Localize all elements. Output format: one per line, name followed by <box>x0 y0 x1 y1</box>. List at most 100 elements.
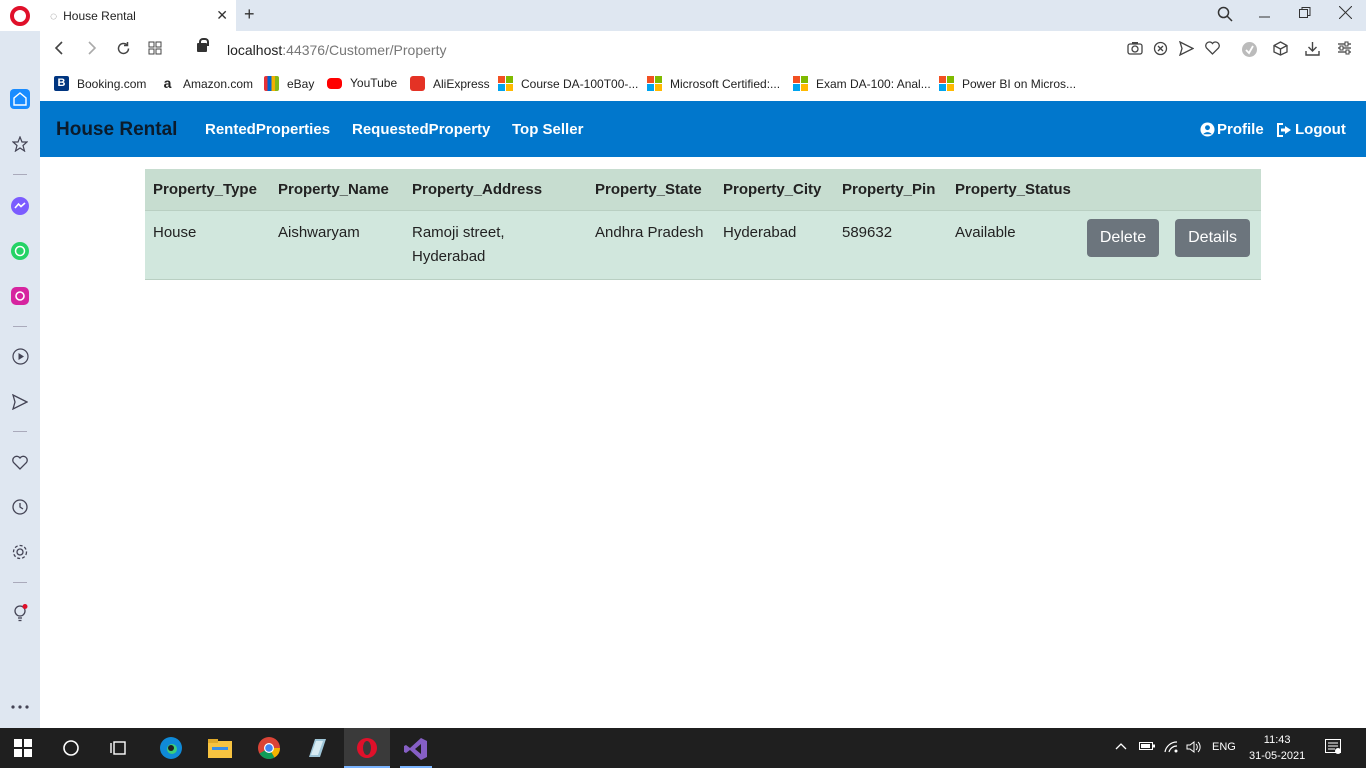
bookmarks-bar: B Booking.com a Amazon.com eBay YouTube … <box>40 69 1366 100</box>
adblock-icon[interactable] <box>1153 41 1168 59</box>
loading-icon: ◌ <box>50 8 58 23</box>
profile-label: Profile <box>1217 121 1264 138</box>
logout-label: Logout <box>1295 121 1346 138</box>
restore-icon[interactable] <box>1299 6 1311 22</box>
heart-icon[interactable] <box>1205 41 1220 58</box>
download-icon[interactable] <box>1305 41 1320 59</box>
col-property-pin: Property_Pin <box>834 169 947 211</box>
cell-city: Hyderabad <box>715 210 834 280</box>
snapshot-icon[interactable] <box>1127 41 1143 58</box>
bookmark-label: YouTube <box>350 76 398 90</box>
extensions-icon[interactable] <box>1273 41 1288 59</box>
windows-start-icon[interactable] <box>14 739 36 761</box>
wifi-icon[interactable] <box>1164 741 1180 756</box>
send-icon[interactable] <box>1178 40 1195 59</box>
easy-setup-icon[interactable] <box>1337 41 1352 58</box>
lightbulb-icon[interactable] <box>10 603 30 623</box>
opera-icon <box>357 738 377 758</box>
bookmark-powerbi[interactable]: Power BI on Micros... <box>939 76 1076 91</box>
nav-rented-properties[interactable]: RentedProperties <box>205 121 330 138</box>
bookmark-amazon[interactable]: a Amazon.com <box>160 76 253 91</box>
url-field[interactable]: localhost:44376/Customer/Property <box>227 42 446 58</box>
battery-icon[interactable] <box>1139 741 1155 754</box>
aliexpress-icon <box>410 76 425 91</box>
heart-icon[interactable] <box>10 452 30 472</box>
booking-icon: B <box>54 76 69 91</box>
more-options-icon[interactable] <box>10 697 30 717</box>
clock[interactable]: 11:43 31-05-2021 <box>1249 732 1305 764</box>
bookmark-course[interactable]: Course DA-100T00-... <box>498 76 638 91</box>
lock-icon[interactable] <box>197 38 209 52</box>
bookmark-label: eBay <box>287 76 315 91</box>
microsoft-icon <box>647 76 662 91</box>
search-tabs-icon[interactable] <box>1217 6 1233 25</box>
sidebar-divider <box>13 326 27 327</box>
vpn-icon[interactable] <box>1241 41 1258 61</box>
tab-title: House Rental <box>63 8 136 23</box>
file-explorer-icon[interactable] <box>208 737 232 759</box>
microsoft-icon <box>793 76 808 91</box>
col-property-state: Property_State <box>587 169 715 211</box>
speed-dial-icon[interactable] <box>148 41 162 59</box>
language-indicator[interactable]: ENG <box>1212 741 1236 753</box>
cell-details: Details <box>1167 210 1261 280</box>
sidebar-divider <box>13 174 27 175</box>
profile-link[interactable]: Profile <box>1200 121 1264 138</box>
taskbar-active-opera[interactable] <box>344 728 390 768</box>
task-view-icon[interactable] <box>110 739 132 761</box>
bookmark-aliexpress[interactable]: AliExpress <box>410 76 490 91</box>
notifications-icon[interactable] <box>1325 739 1341 758</box>
tab-close-icon[interactable]: ✕ <box>216 7 228 24</box>
brand-link[interactable]: House Rental <box>56 119 177 141</box>
bookmark-exam[interactable]: Exam DA-100: Anal... <box>793 76 931 91</box>
flow-icon[interactable] <box>10 392 30 412</box>
history-icon[interactable] <box>10 497 30 517</box>
col-property-address: Property_Address <box>404 169 587 211</box>
table-header-row: Property_Type Property_Name Property_Add… <box>145 169 1261 211</box>
app-navbar: House Rental RentedProperties RequestedP… <box>40 101 1366 157</box>
instagram-icon[interactable] <box>10 286 30 306</box>
opera-logo[interactable] <box>10 6 30 26</box>
cell-name: Aishwaryam <box>270 210 404 280</box>
chrome-icon[interactable] <box>258 737 280 759</box>
bookmark-certified[interactable]: Microsoft Certified:... <box>647 76 780 91</box>
bookmark-ebay[interactable]: eBay <box>264 76 314 91</box>
bookmark-youtube[interactable]: YouTube <box>327 76 397 90</box>
browser-tab[interactable]: ◌ House Rental ✕ <box>40 0 236 31</box>
settings-gear-icon[interactable] <box>10 542 30 562</box>
search-icon[interactable] <box>62 739 84 761</box>
nav-requested-property[interactable]: RequestedProperty <box>352 121 490 138</box>
home-icon[interactable] <box>10 89 30 109</box>
edge-icon[interactable] <box>160 737 182 759</box>
bookmark-booking[interactable]: B Booking.com <box>54 76 146 91</box>
reload-icon[interactable] <box>116 41 131 60</box>
whatsapp-icon[interactable] <box>10 241 30 261</box>
nav-top-seller[interactable]: Top Seller <box>512 121 583 138</box>
back-icon[interactable] <box>54 41 64 59</box>
visual-studio-icon[interactable] <box>404 737 427 760</box>
logout-link[interactable]: Logout <box>1277 121 1346 138</box>
sign-out-icon <box>1277 122 1291 137</box>
bookmark-label: Exam DA-100: Anal... <box>816 76 931 91</box>
chevron-up-icon[interactable] <box>1115 741 1127 753</box>
messenger-icon[interactable] <box>10 196 30 216</box>
new-tab-button[interactable]: + <box>244 4 255 25</box>
details-button[interactable]: Details <box>1175 218 1251 257</box>
ebay-icon <box>264 76 279 91</box>
table-row: House Aishwaryam Ramoji street, Hyderaba… <box>145 210 1261 280</box>
forward-icon[interactable] <box>87 41 97 59</box>
minimize-icon[interactable] <box>1259 6 1271 22</box>
player-icon[interactable] <box>10 346 30 366</box>
cell-type: House <box>145 210 270 280</box>
bookmark-label: Booking.com <box>77 76 147 91</box>
col-action-delete <box>1078 169 1168 211</box>
col-property-city: Property_City <box>715 169 834 211</box>
cell-pin: 589632 <box>834 210 947 280</box>
close-window-icon[interactable] <box>1338 5 1353 22</box>
volume-icon[interactable] <box>1186 741 1202 756</box>
app-icon[interactable] <box>306 737 328 759</box>
bookmark-label: Microsoft Certified:... <box>670 76 781 91</box>
star-icon[interactable] <box>10 134 30 154</box>
delete-button[interactable]: Delete <box>1086 218 1160 257</box>
microsoft-icon <box>939 76 954 91</box>
